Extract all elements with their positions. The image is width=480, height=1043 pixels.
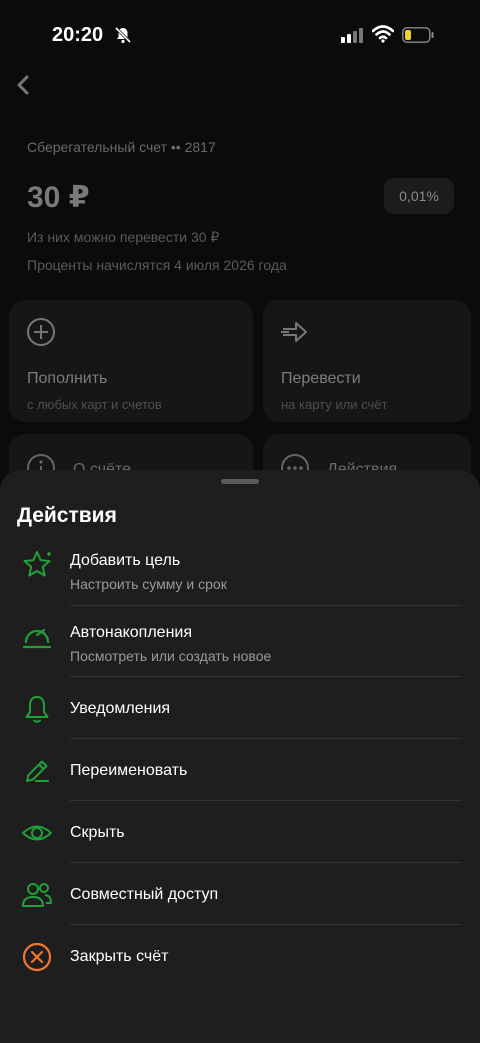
sheet-drag-handle[interactable]: [221, 479, 259, 484]
status-time: 20:20: [52, 24, 104, 46]
cellular-signal-icon: [341, 28, 363, 43]
action-hide-label: Скрыть: [70, 824, 125, 841]
transfer-card[interactable]: Перевести на карту или счёт: [263, 300, 471, 422]
action-close-account-label: Закрыть счёт: [70, 948, 169, 965]
speedometer-icon: [22, 628, 52, 649]
plus-circle-icon: [27, 318, 55, 346]
transfer-title: Перевести: [281, 370, 361, 387]
wifi-icon: [372, 25, 394, 43]
divider: [70, 862, 462, 863]
back-arrow-icon[interactable]: [10, 70, 38, 100]
divider: [70, 605, 462, 606]
action-auto-savings-subtitle: Посмотреть или создать новое: [70, 648, 272, 664]
action-rename-label: Переименовать: [70, 762, 188, 779]
status-bar: 20:20: [0, 0, 480, 70]
account-balance: 30 ₽: [27, 181, 90, 214]
action-auto-savings[interactable]: Автонакопления Посмотреть или создать но…: [0, 618, 480, 678]
actions-bottom-sheet: Действия Добавить цель Настроить сумму и…: [0, 470, 480, 1043]
action-shared-access[interactable]: Совместный доступ: [0, 876, 480, 924]
transfer-arrow-icon: [281, 322, 307, 342]
action-notifications-label: Уведомления: [70, 700, 171, 717]
eye-icon: [22, 825, 52, 841]
top-up-title: Пополнить: [27, 370, 108, 387]
divider: [70, 676, 462, 677]
transferable-amount: Из них можно перевести 30 ₽: [27, 229, 220, 245]
account-title: Сберегательный счет •• 2817: [27, 139, 216, 155]
action-auto-savings-label: Автонакопления: [70, 624, 193, 641]
star-icon: [23, 551, 51, 577]
action-add-goal-label: Добавить цель: [70, 552, 181, 569]
top-up-card[interactable]: Пополнить с любых карт и счетов: [9, 300, 253, 422]
close-circle-icon: [22, 942, 52, 972]
top-up-subtitle: с любых карт и счетов: [27, 397, 162, 412]
battery-icon: [402, 27, 434, 43]
transfer-subtitle: на карту или счёт: [281, 397, 388, 412]
pencil-icon: [26, 760, 49, 782]
action-hide[interactable]: Скрыть: [0, 814, 480, 862]
action-notifications[interactable]: Уведомления: [0, 690, 480, 738]
bell-icon: [25, 696, 49, 723]
action-add-goal[interactable]: Добавить цель Настроить сумму и срок: [0, 546, 480, 606]
sheet-title: Действия: [17, 504, 117, 527]
bell-off-icon: [114, 26, 132, 44]
divider: [70, 800, 462, 801]
users-icon: [22, 883, 52, 907]
action-rename[interactable]: Переименовать: [0, 752, 480, 800]
divider: [70, 924, 462, 925]
interest-rate-badge[interactable]: 0,01%: [384, 178, 454, 214]
divider: [70, 738, 462, 739]
action-shared-access-label: Совместный доступ: [70, 886, 219, 903]
action-add-goal-subtitle: Настроить сумму и срок: [70, 576, 227, 592]
interest-date: Проценты начислятся 4 июля 2026 года: [27, 257, 287, 273]
action-close-account[interactable]: Закрыть счёт: [0, 938, 480, 986]
